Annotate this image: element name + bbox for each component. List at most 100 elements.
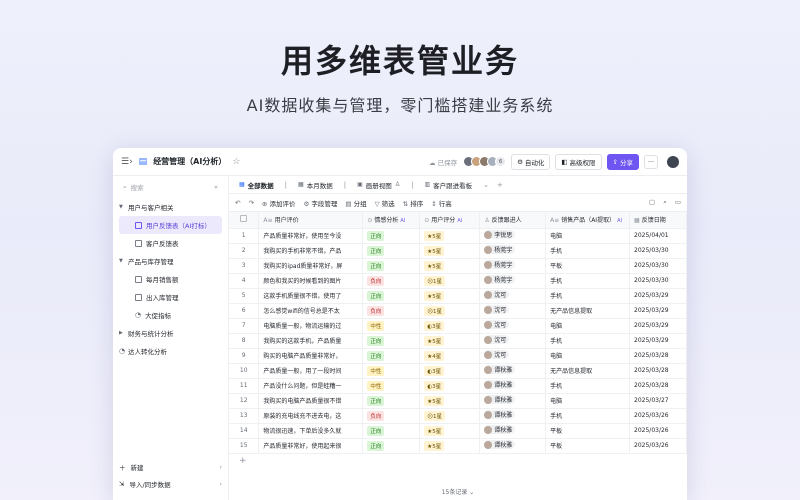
column-header[interactable]: A≡ 销售产品（AI提取） AI <box>545 212 631 229</box>
product-cell[interactable]: 电脑 <box>545 348 631 364</box>
permissions-button[interactable]: ◧ 高级权限 <box>555 153 602 170</box>
table-row[interactable]: 12 我购买的电脑产品质量很不错 正向 ★5星 谭秋雅 电脑 2025/03/27 <box>229 393 687 409</box>
column-header[interactable]: A≡ 用户评价 <box>258 212 364 229</box>
owner-cell[interactable]: 沈可 <box>479 288 547 304</box>
select-all-checkbox[interactable] <box>229 212 260 229</box>
product-cell[interactable]: 无产品信息提取 <box>545 363 631 379</box>
table-row[interactable]: 7 电脑质量一般，物流运输的过 中性 ◐3星 沈可 电脑 2025/03/29 <box>229 318 687 334</box>
sentiment-cell[interactable]: 负向 <box>362 303 421 319</box>
review-cell[interactable]: 颜色和我买的时候看到的图片 <box>258 273 364 289</box>
add-row-button[interactable]: + <box>229 454 687 468</box>
rating-cell[interactable]: ★5星 <box>419 423 481 439</box>
new-button[interactable]: ＋新建 › <box>119 458 222 475</box>
date-cell[interactable]: 2025/03/30 <box>629 273 687 289</box>
review-cell[interactable]: 物流很迅速，下单后没多久就 <box>258 423 364 439</box>
sidebar-group[interactable]: ▼ 产品与库存管理 <box>119 252 222 270</box>
sentiment-cell[interactable]: 正向 <box>362 438 421 454</box>
review-cell[interactable]: 怎么感觉wifi的信号总是不太 <box>258 303 364 319</box>
owner-cell[interactable]: 沈可 <box>479 303 547 319</box>
date-cell[interactable]: 2025/03/29 <box>629 318 687 334</box>
sentiment-cell[interactable]: 正向 <box>362 348 421 364</box>
chevron-down-icon[interactable]: ⌄ <box>480 181 492 189</box>
product-cell[interactable]: 无产品信息提取 <box>545 303 631 319</box>
column-header[interactable]: ▦ 反馈日期 <box>629 212 687 229</box>
product-cell[interactable]: 平板 <box>545 438 631 454</box>
owner-cell[interactable]: 杨莞宇 <box>479 258 547 274</box>
table-row[interactable]: 15 产品质量非常好，使用起来很 正向 ★5星 谭秋雅 平板 2025/03/26 <box>229 438 687 454</box>
review-cell[interactable]: 我购买的电脑产品质量很不错 <box>258 393 364 409</box>
collapse-icon[interactable]: « <box>214 183 218 191</box>
column-header[interactable]: ⊙ 用户评分 AI <box>419 212 481 229</box>
product-cell[interactable]: 电脑 <box>545 318 631 334</box>
sidebar-item-customer-feedback[interactable]: 客户反馈表 <box>119 234 222 252</box>
review-cell[interactable]: 产品质量一般，用了一段时间 <box>258 363 364 379</box>
date-cell[interactable]: 2025/04/01 <box>629 228 687 244</box>
date-cell[interactable]: 2025/03/30 <box>629 258 687 274</box>
comment-icon[interactable]: ▭ <box>675 198 681 207</box>
sentiment-cell[interactable]: 正向 <box>362 333 421 349</box>
sentiment-cell[interactable]: 正向 <box>362 393 421 409</box>
search-icon[interactable]: ⌕ <box>663 198 667 207</box>
date-cell[interactable]: 2025/03/29 <box>629 333 687 349</box>
review-cell[interactable]: 产品没什么问题，但是蛙糟一 <box>258 378 364 394</box>
product-cell[interactable]: 平板 <box>545 423 631 439</box>
more-button[interactable]: ··· <box>644 154 658 169</box>
date-cell[interactable]: 2025/03/28 <box>629 348 687 364</box>
table-row[interactable]: 10 产品质量一般，用了一段时间 中性 ◐3星 谭秋雅 无产品信息提取 2025/03/28 <box>229 363 687 379</box>
product-cell[interactable]: 电脑 <box>545 393 631 409</box>
row-height-button[interactable]: ↕ 行高 <box>431 198 452 208</box>
sentiment-cell[interactable]: 负向 <box>362 273 421 289</box>
sentiment-cell[interactable]: 负向 <box>362 408 421 424</box>
share-button[interactable]: ⇪ 分享 <box>606 153 639 170</box>
rating-cell[interactable]: ★5星 <box>419 258 481 274</box>
sidebar-search[interactable]: ⌕ 搜索 « <box>119 180 222 194</box>
sentiment-cell[interactable]: 正向 <box>362 423 421 439</box>
user-avatar[interactable] <box>667 155 679 168</box>
owner-cell[interactable]: 谭秋雅 <box>479 363 547 379</box>
rating-cell[interactable]: ★5星 <box>419 243 481 259</box>
date-cell[interactable]: 2025/03/28 <box>629 363 687 379</box>
table-row[interactable]: 13 原装的充电线充不进去电，这 负向 ☹1星 谭秋雅 手机 2025/03/26 <box>229 408 687 424</box>
owner-cell[interactable]: 沈可 <box>479 333 547 349</box>
sort-button[interactable]: ⇅ 排序 <box>403 198 424 208</box>
tab-this-month[interactable]: ▦ 本月数据 <box>292 176 339 194</box>
table-row[interactable]: 2 我购买的手机非常不错，产品 正向 ★5星 杨莞宇 手机 2025/03/30 <box>229 243 687 259</box>
review-cell[interactable]: 电脑质量一般，物流运输的过 <box>258 318 364 334</box>
review-cell[interactable]: 我购买的ipad质量非常好，屏 <box>258 258 364 274</box>
filter-button[interactable]: ▽ 筛选 <box>375 198 395 208</box>
product-cell[interactable]: 手机 <box>545 273 631 289</box>
sentiment-cell[interactable]: 中性 <box>362 378 421 394</box>
product-cell[interactable]: 手机 <box>545 333 631 349</box>
sidebar-group[interactable]: ▼ 用户与客户相关 <box>119 198 222 216</box>
fields-button[interactable]: ⚙ 字段管理 <box>303 198 337 208</box>
review-cell[interactable]: 我购买的这款手机，产品质量 <box>258 333 364 349</box>
rating-cell[interactable]: ◐3星 <box>419 318 481 334</box>
date-cell[interactable]: 2025/03/30 <box>629 243 687 259</box>
product-cell[interactable]: 手机 <box>545 288 631 304</box>
automation-button[interactable]: ⚙ 自动化 <box>511 153 551 170</box>
rating-cell[interactable]: ★5星 <box>419 438 481 454</box>
group-button[interactable]: ▤ 分组 <box>345 198 366 208</box>
sidebar-item-user-feedback[interactable]: 用户反馈表（AI打标） <box>119 216 222 234</box>
product-cell[interactable]: 手机 <box>545 378 631 394</box>
date-cell[interactable]: 2025/03/26 <box>629 438 687 454</box>
date-cell[interactable]: 2025/03/27 <box>629 393 687 409</box>
product-cell[interactable]: 平板 <box>545 258 631 274</box>
table-row[interactable]: 3 我购买的ipad质量非常好，屏 正向 ★5星 杨莞宇 平板 2025/03/30 <box>229 258 687 274</box>
rating-cell[interactable]: ◐3星 <box>419 363 481 379</box>
table-row[interactable]: 9 购买的电脑产品质量非常好， 正向 ★4星 沈可 电脑 2025/03/28 <box>229 348 687 364</box>
review-cell[interactable]: 产品质量非常好，使用起来很 <box>258 438 364 454</box>
sentiment-cell[interactable]: 正向 <box>362 258 421 274</box>
rating-cell[interactable]: ★4星 <box>419 348 481 364</box>
owner-cell[interactable]: 杨莞宇 <box>479 273 547 289</box>
sidebar-item-monthly-sales[interactable]: 每月销售额 <box>119 270 222 288</box>
sidebar-item-inventory[interactable]: 出入库管理 <box>119 288 222 306</box>
owner-cell[interactable]: 谭秋雅 <box>479 378 547 394</box>
date-cell[interactable]: 2025/03/28 <box>629 378 687 394</box>
date-cell[interactable]: 2025/03/26 <box>629 423 687 439</box>
review-cell[interactable]: 购买的电脑产品质量非常好， <box>258 348 364 364</box>
sentiment-cell[interactable]: 正向 <box>362 228 421 244</box>
form-icon[interactable]: ▢ <box>649 198 655 207</box>
review-cell[interactable]: 这款手机质量很不错，使用了 <box>258 288 364 304</box>
sentiment-cell[interactable]: 正向 <box>362 288 421 304</box>
